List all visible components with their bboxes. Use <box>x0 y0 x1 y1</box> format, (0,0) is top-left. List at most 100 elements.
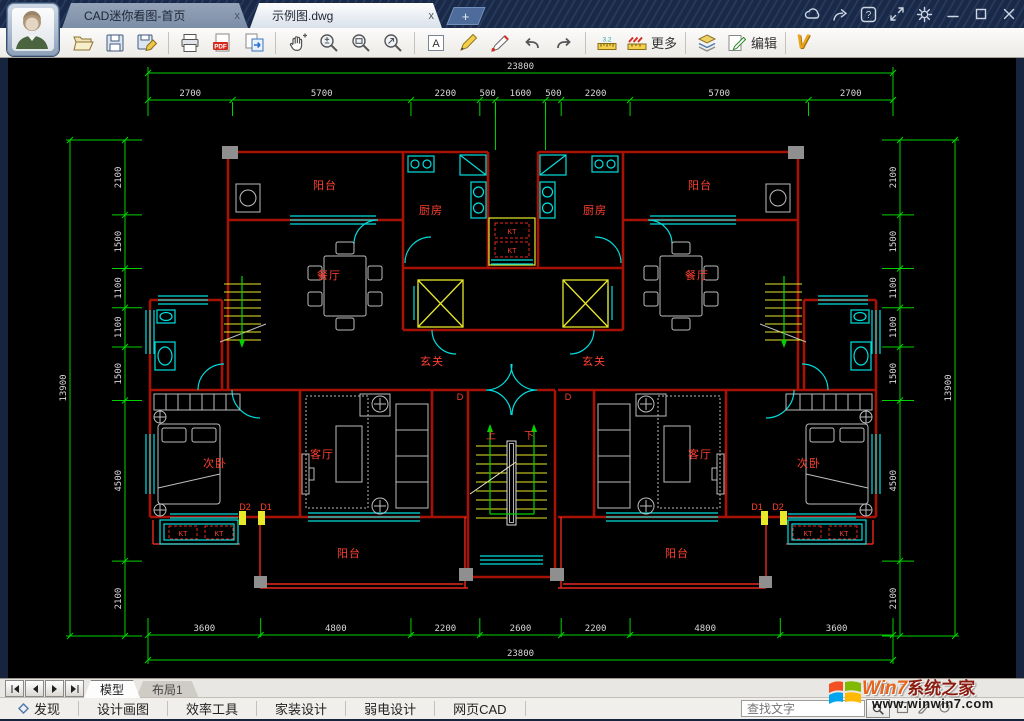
save-button[interactable] <box>100 30 130 56</box>
svg-text:4800: 4800 <box>325 624 347 634</box>
tab-home[interactable]: CAD迷你看图-首页 x <box>62 3 248 28</box>
next-sheet-button[interactable] <box>45 680 64 697</box>
svg-text:阳台: 阳台 <box>313 178 337 192</box>
svg-text:13900: 13900 <box>944 374 954 401</box>
sheet-nav <box>5 680 84 697</box>
open-button[interactable] <box>68 30 98 56</box>
convert-button[interactable] <box>239 30 269 56</box>
svg-text:1500: 1500 <box>114 363 124 385</box>
svg-text:下: 下 <box>524 431 534 442</box>
svg-text:4500: 4500 <box>889 470 899 492</box>
statusbar-item-low-voltage-design[interactable]: 弱电设计 <box>346 701 436 717</box>
undo-button[interactable] <box>517 30 547 56</box>
user-avatar[interactable] <box>7 3 59 56</box>
svg-text:2100: 2100 <box>114 167 124 189</box>
svg-text:2100: 2100 <box>889 588 899 610</box>
svg-text:客厅: 客厅 <box>310 447 334 461</box>
svg-text:2200: 2200 <box>435 624 457 634</box>
svg-text:1500: 1500 <box>889 231 899 253</box>
svg-text:2200: 2200 <box>585 89 607 99</box>
measure-tool[interactable]: 3.2 <box>592 30 622 56</box>
window-controls: ? <box>803 0 1018 28</box>
svg-text:厨房: 厨房 <box>583 204 607 217</box>
sheet-tab-bar: 模型 布局1 <box>0 678 1024 698</box>
sheet-tab-layout1[interactable]: 布局1 <box>136 681 199 698</box>
svg-text:500: 500 <box>479 89 495 99</box>
titlebar: CAD迷你看图-首页 x 示例图.dwg x + ? <box>0 0 1024 28</box>
svg-text:D: D <box>565 392 572 402</box>
marker-tool[interactable] <box>485 30 515 56</box>
equipment-shaft <box>488 217 536 266</box>
svg-text:次卧: 次卧 <box>797 456 821 470</box>
main-toolbar: PDF A 3.2 更多 编辑 V <box>0 28 1024 58</box>
layers-button[interactable] <box>692 30 722 56</box>
svg-text:A: A <box>432 38 440 50</box>
svg-text:3.2: 3.2 <box>602 36 611 43</box>
tab-home-label: CAD迷你看图-首页 <box>84 9 186 23</box>
svg-text:23800: 23800 <box>507 62 534 72</box>
first-sheet-button[interactable] <box>5 680 24 697</box>
sheet-tab-model[interactable]: 模型 <box>84 680 140 698</box>
svg-text:2200: 2200 <box>435 89 457 99</box>
export-pdf-button[interactable]: PDF <box>207 30 237 56</box>
cloud-icon[interactable] <box>803 5 822 24</box>
svg-text:2100: 2100 <box>889 167 899 189</box>
save-as-button[interactable] <box>132 30 162 56</box>
svg-text:阳台: 阳台 <box>688 178 712 192</box>
balcony-rails <box>152 517 468 589</box>
tab-drawing[interactable]: 示例图.dwg x <box>250 3 442 28</box>
svg-text:1100: 1100 <box>889 277 899 299</box>
close-button[interactable] <box>999 5 1018 24</box>
redo-button[interactable] <box>549 30 579 56</box>
svg-text:餐厅: 餐厅 <box>317 268 341 282</box>
pan-tool[interactable] <box>282 30 312 56</box>
svg-text:D1: D1 <box>260 502 272 512</box>
svg-text:13900: 13900 <box>59 374 69 401</box>
find-text-input[interactable] <box>741 700 865 717</box>
statusbar-extra-icons[interactable] <box>896 701 951 714</box>
zoom-in-out-tool[interactable] <box>314 30 344 56</box>
edit-button[interactable]: 编辑 <box>724 30 779 56</box>
svg-text:KT: KT <box>508 229 518 236</box>
more-tools-button[interactable]: 更多 <box>624 30 679 56</box>
app-window: CAD迷你看图-首页 x 示例图.dwg x + ? PDF A 3.2 更多 … <box>0 0 1024 721</box>
svg-text:5700: 5700 <box>311 89 333 99</box>
tab-drawing-close-icon[interactable]: x <box>415 10 435 22</box>
dimension-lines: 23800 2700 5700 2200 500 1600 500 2200 5700 2700 3… <box>59 62 959 664</box>
prev-sheet-button[interactable] <box>25 680 44 697</box>
search-button[interactable] <box>866 699 890 718</box>
search-icon <box>872 703 884 715</box>
statusbar-item-efficiency-tools[interactable]: 效率工具 <box>168 701 258 717</box>
minimize-button[interactable] <box>943 5 962 24</box>
tab-home-close-icon[interactable]: x <box>221 10 241 22</box>
maximize-button[interactable] <box>971 5 990 24</box>
share-icon[interactable] <box>831 5 850 24</box>
fullscreen-icon[interactable] <box>887 5 906 24</box>
app-logo: V <box>796 31 809 53</box>
edit-label: 编辑 <box>751 36 778 51</box>
svg-text:PDF: PDF <box>214 43 227 50</box>
statusbar-item-discover[interactable]: 发现 <box>0 701 80 717</box>
svg-text:1600: 1600 <box>510 89 532 99</box>
settings-icon[interactable] <box>915 5 934 24</box>
drawing-canvas[interactable]: 23800 2700 5700 2200 500 1600 500 2200 5700 2700 3… <box>8 58 1016 678</box>
pencil-tool[interactable] <box>453 30 483 56</box>
new-tab-button[interactable]: + <box>446 7 486 25</box>
svg-text:厨房: 厨房 <box>419 204 443 217</box>
svg-text:3600: 3600 <box>826 624 848 634</box>
statusbar-item-design-draw[interactable]: 设计画图 <box>79 701 169 717</box>
zoom-extents-tool[interactable] <box>378 30 408 56</box>
help-icon[interactable]: ? <box>859 5 878 24</box>
svg-text:2100: 2100 <box>114 588 124 610</box>
svg-text:3600: 3600 <box>194 624 216 634</box>
svg-text:上: 上 <box>486 430 496 442</box>
print-button[interactable] <box>175 30 205 56</box>
diamond-icon <box>18 703 29 714</box>
last-sheet-button[interactable] <box>65 680 84 697</box>
tab-drawing-label: 示例图.dwg <box>272 9 334 23</box>
zoom-window-tool[interactable] <box>346 30 376 56</box>
text-tool[interactable]: A <box>421 30 451 56</box>
statusbar-item-web-cad[interactable]: 网页CAD <box>435 701 526 717</box>
statusbar-item-home-design[interactable]: 家装设计 <box>257 701 347 717</box>
svg-text:?: ? <box>866 10 872 21</box>
